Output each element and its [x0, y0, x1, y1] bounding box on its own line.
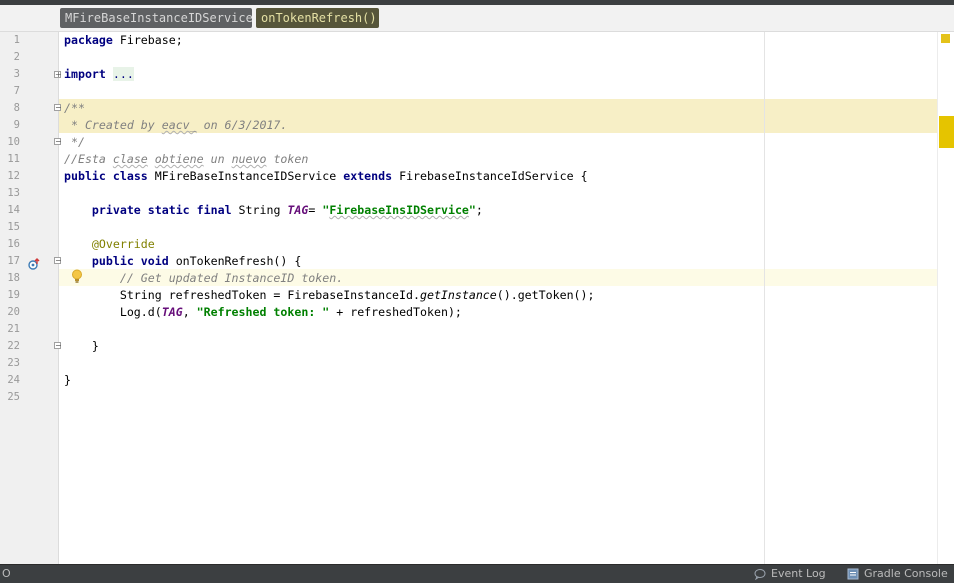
line-number: 20 — [7, 306, 20, 318]
code-text[interactable]: * Created by eacv_ on 6/3/2017. — [64, 117, 287, 134]
code-text[interactable]: } — [64, 338, 99, 355]
fold-toggle-icon[interactable]: − — [54, 104, 62, 112]
code-line: 14 private static final String TAG= "Fir… — [0, 202, 937, 219]
code-line: 17 − public void onTokenRefresh() { — [0, 253, 937, 270]
code-text[interactable]: public class MFireBaseInstanceIDService … — [64, 168, 588, 185]
code-line: 11 //Esta clase obtiene un nuevo token — [0, 151, 937, 168]
console-icon — [847, 568, 859, 580]
code-line: 10 − */ — [0, 134, 937, 151]
line-number: 8 — [13, 102, 20, 114]
code-text[interactable]: import ... — [64, 66, 134, 83]
code-line: 24 } — [0, 372, 937, 389]
code-text[interactable]: } — [64, 372, 71, 389]
status-text: O — [2, 567, 11, 580]
line-number: 18 — [7, 272, 20, 284]
fold-toggle-icon[interactable]: − — [54, 342, 62, 350]
code-line: 7 — [0, 83, 937, 100]
code-line: 3 + import ... — [0, 66, 937, 83]
breadcrumb: MFireBaseInstanceIDService onTokenRefres… — [0, 5, 954, 32]
line-number: 12 — [7, 170, 20, 182]
error-stripe[interactable] — [937, 32, 954, 564]
line-number: 14 — [7, 204, 20, 216]
code-line: 19 String refreshedToken = FirebaseInsta… — [0, 287, 937, 304]
code-line: 1 package Firebase; — [0, 32, 937, 49]
event-log-label: Event Log — [771, 567, 826, 580]
speech-bubble-icon — [754, 569, 766, 580]
line-number: 24 — [7, 374, 20, 386]
inspection-status-icon[interactable] — [941, 34, 950, 43]
line-number: 16 — [7, 238, 20, 250]
line-number: 19 — [7, 289, 20, 301]
code-text[interactable]: String refreshedToken = FirebaseInstance… — [64, 287, 595, 304]
code-text[interactable]: /** — [64, 100, 85, 117]
breadcrumb-class[interactable]: MFireBaseInstanceIDService — [60, 8, 253, 28]
fold-toggle-icon[interactable]: − — [54, 257, 62, 265]
code-editor[interactable]: 1 package Firebase; 2 3 + import ... 7 8… — [0, 32, 954, 564]
code-line: 13 — [0, 185, 937, 202]
code-text[interactable]: //Esta clase obtiene un nuevo token — [64, 151, 308, 168]
line-number: 17 — [7, 255, 20, 267]
code-text[interactable]: Log.d(TAG, "Refreshed token: " + refresh… — [64, 304, 462, 321]
code-text[interactable]: */ — [64, 134, 85, 151]
code-line: 2 — [0, 49, 937, 66]
code-line: 18 // Get updated InstanceID token. — [0, 270, 937, 287]
code-line: 12 public class MFireBaseInstanceIDServi… — [0, 168, 937, 185]
code-line: 20 Log.d(TAG, "Refreshed token: " + refr… — [0, 304, 937, 321]
override-method-icon[interactable] — [28, 258, 40, 270]
code-line: 25 — [0, 389, 937, 406]
line-number: 1 — [13, 34, 20, 46]
folded-imports: ... — [112, 67, 134, 81]
status-bar: O Event Log Gradle Console — [0, 564, 954, 583]
gradle-console-button[interactable]: Gradle Console — [847, 565, 948, 583]
line-number: 23 — [7, 357, 20, 369]
line-number: 15 — [7, 221, 20, 233]
line-number: 2 — [13, 51, 20, 63]
code-line: 9 * Created by eacv_ on 6/3/2017. — [0, 117, 937, 134]
code-text[interactable]: private static final String TAG= "Fireba… — [64, 202, 483, 219]
code-line: 8 − /** — [0, 100, 937, 117]
line-number: 3 — [13, 68, 20, 80]
code-text[interactable]: package Firebase; — [64, 32, 183, 49]
code-text[interactable]: public void onTokenRefresh() { — [64, 253, 301, 270]
breadcrumb-method[interactable]: onTokenRefresh() — [256, 8, 379, 28]
line-number: 25 — [7, 391, 20, 403]
gradle-console-label: Gradle Console — [864, 567, 948, 580]
line-number: 11 — [7, 153, 20, 165]
line-number: 22 — [7, 340, 20, 352]
code-text[interactable]: @Override — [64, 236, 155, 253]
event-log-button[interactable]: Event Log — [754, 565, 826, 583]
fold-toggle-icon[interactable]: + — [54, 71, 62, 79]
code-line: 21 — [0, 321, 937, 338]
line-number: 21 — [7, 323, 20, 335]
line-number: 7 — [13, 85, 20, 97]
code-line: 22 − } — [0, 338, 937, 355]
line-number: 9 — [13, 119, 20, 131]
line-number: 10 — [7, 136, 20, 148]
code-line: 23 — [0, 355, 937, 372]
warning-marker[interactable] — [939, 116, 954, 148]
code-line: 15 — [0, 219, 937, 236]
code-line: 16 @Override — [0, 236, 937, 253]
code-text[interactable]: // Get updated InstanceID token. — [64, 270, 343, 287]
line-number: 13 — [7, 187, 20, 199]
fold-toggle-icon[interactable]: − — [54, 138, 62, 146]
lightbulb-icon[interactable] — [71, 269, 83, 284]
